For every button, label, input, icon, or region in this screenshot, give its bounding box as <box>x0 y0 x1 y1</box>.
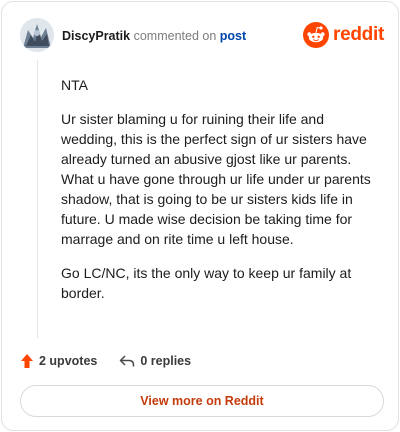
comment-paragraph: NTA <box>61 77 88 93</box>
replies-button[interactable]: 0 replies <box>119 354 191 368</box>
comment-body: NTA Ur sister blaming u for ruining thei… <box>61 75 381 317</box>
username[interactable]: DiscyPratik <box>62 29 130 43</box>
upvote-arrow-icon <box>21 354 33 368</box>
comment-header: DiscyPratik commented on post reddit <box>20 18 386 54</box>
post-link[interactable]: post <box>220 29 246 43</box>
embedded-comment-card: DiscyPratik commented on post reddit NTA… <box>1 1 399 431</box>
upvote-button[interactable]: 2 upvotes <box>20 353 97 369</box>
reddit-wordmark: reddit <box>333 24 384 45</box>
comment-paragraph: Ur sister blaming u for ruining their li… <box>61 111 371 247</box>
reddit-logo-icon <box>303 22 330 48</box>
thread-line <box>37 60 38 338</box>
reddit-brand[interactable]: reddit <box>303 21 384 49</box>
reply-arrow-icon <box>120 355 135 367</box>
view-more-button[interactable]: View more on Reddit <box>20 385 384 417</box>
upvote-count: 2 upvotes <box>39 354 98 368</box>
comment-meta: DiscyPratik commented on post <box>62 29 246 43</box>
action-text: commented on <box>133 29 217 43</box>
comment-actions: 2 upvotes 0 replies <box>20 351 191 371</box>
comment-paragraph: Go LC/NC, its the only way to keep ur fa… <box>61 265 352 301</box>
reply-count: 0 replies <box>140 354 192 368</box>
avatar[interactable] <box>20 18 54 52</box>
